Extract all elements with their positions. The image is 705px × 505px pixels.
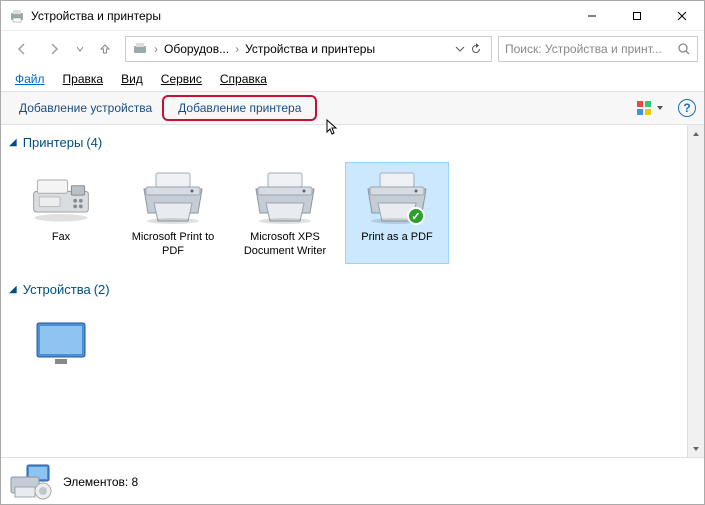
menu-help[interactable]: Справка bbox=[212, 70, 275, 88]
titlebar: Устройства и принтеры bbox=[1, 1, 704, 31]
item-ms-xps[interactable]: Microsoft XPS Document Writer bbox=[233, 162, 337, 264]
printer-icon bbox=[249, 167, 321, 227]
window-title: Устройства и принтеры bbox=[31, 9, 569, 23]
help-button[interactable]: ? bbox=[678, 99, 696, 117]
monitor-icon bbox=[25, 314, 97, 374]
maximize-button[interactable] bbox=[614, 1, 659, 30]
refresh-icon[interactable] bbox=[469, 42, 483, 56]
group-printers-count: (4) bbox=[86, 135, 102, 150]
breadcrumb-hardware[interactable]: Оборудов... bbox=[160, 42, 233, 56]
location-icon bbox=[132, 41, 148, 57]
close-button[interactable] bbox=[659, 1, 704, 30]
scroll-up-button[interactable] bbox=[688, 125, 704, 142]
printer-default-icon bbox=[361, 167, 433, 227]
breadcrumb-separator: › bbox=[233, 42, 241, 56]
up-button[interactable] bbox=[91, 35, 119, 63]
search-icon bbox=[677, 42, 691, 56]
printers-items: Fax Microsoft Print to PDF bbox=[9, 154, 679, 278]
status-text: Элементов: 8 bbox=[63, 475, 138, 489]
group-devices-header[interactable]: ◢ Устройства (2) bbox=[9, 278, 679, 301]
scroll-down-button[interactable] bbox=[688, 440, 704, 457]
group-devices-title: Устройства bbox=[23, 282, 91, 297]
collapse-icon: ◢ bbox=[9, 284, 17, 295]
history-dropdown[interactable] bbox=[71, 35, 89, 63]
status-icon bbox=[9, 463, 53, 501]
status-count: 8 bbox=[132, 475, 139, 489]
search-placeholder: Поиск: Устройства и принт... bbox=[505, 42, 677, 56]
address-bar[interactable]: › Оборудов... › Устройства и принтеры bbox=[125, 36, 492, 62]
item-ms-print-pdf[interactable]: Microsoft Print to PDF bbox=[121, 162, 225, 264]
item-monitor[interactable] bbox=[9, 309, 113, 383]
item-label: Microsoft Print to PDF bbox=[126, 231, 220, 259]
fax-icon bbox=[25, 167, 97, 227]
add-printer-button[interactable]: Добавление принтера bbox=[162, 95, 317, 121]
devices-items bbox=[9, 301, 679, 397]
forward-button[interactable] bbox=[39, 35, 69, 63]
group-printers-header[interactable]: ◢ Принтеры (4) bbox=[9, 131, 679, 154]
menu-view[interactable]: Вид bbox=[113, 70, 151, 88]
back-button[interactable] bbox=[7, 35, 37, 63]
search-input[interactable]: Поиск: Устройства и принт... bbox=[498, 36, 698, 62]
default-check-icon bbox=[407, 207, 425, 225]
group-devices-count: (2) bbox=[94, 282, 110, 297]
command-bar: Добавление устройства Добавление принтер… bbox=[1, 91, 704, 125]
status-bar: Элементов: 8 bbox=[1, 457, 704, 505]
minimize-button[interactable] bbox=[569, 1, 614, 30]
content-area: ◢ Принтеры (4) Fax bbox=[1, 125, 704, 457]
printer-icon bbox=[137, 167, 209, 227]
app-icon bbox=[9, 8, 25, 24]
add-device-button[interactable]: Добавление устройства bbox=[9, 96, 162, 120]
cursor-icon bbox=[326, 119, 340, 140]
breadcrumb-devices[interactable]: Устройства и принтеры bbox=[241, 42, 379, 56]
menubar: Файл Правка Вид Сервис Справка bbox=[1, 67, 704, 91]
status-label: Элементов: bbox=[63, 475, 128, 489]
group-printers-title: Принтеры bbox=[23, 135, 84, 150]
item-print-as-pdf[interactable]: Print as a PDF bbox=[345, 162, 449, 264]
address-actions bbox=[449, 42, 489, 56]
item-label: Fax bbox=[52, 231, 70, 245]
vertical-scrollbar[interactable] bbox=[687, 125, 704, 457]
window-controls bbox=[569, 1, 704, 30]
collapse-icon: ◢ bbox=[9, 137, 17, 148]
menu-tools[interactable]: Сервис bbox=[153, 70, 210, 88]
menu-file[interactable]: Файл bbox=[7, 70, 53, 88]
scroll-track[interactable] bbox=[688, 142, 704, 440]
item-label: Microsoft XPS Document Writer bbox=[238, 231, 332, 259]
breadcrumb-separator: › bbox=[152, 42, 160, 56]
item-fax[interactable]: Fax bbox=[9, 162, 113, 264]
navbar: › Оборудов... › Устройства и принтеры По… bbox=[1, 31, 704, 67]
chevron-down-icon[interactable] bbox=[455, 44, 465, 54]
main-pane[interactable]: ◢ Принтеры (4) Fax bbox=[1, 125, 687, 457]
item-label: Print as a PDF bbox=[361, 231, 433, 245]
view-options-button[interactable] bbox=[636, 100, 664, 116]
menu-edit[interactable]: Правка bbox=[55, 70, 112, 88]
